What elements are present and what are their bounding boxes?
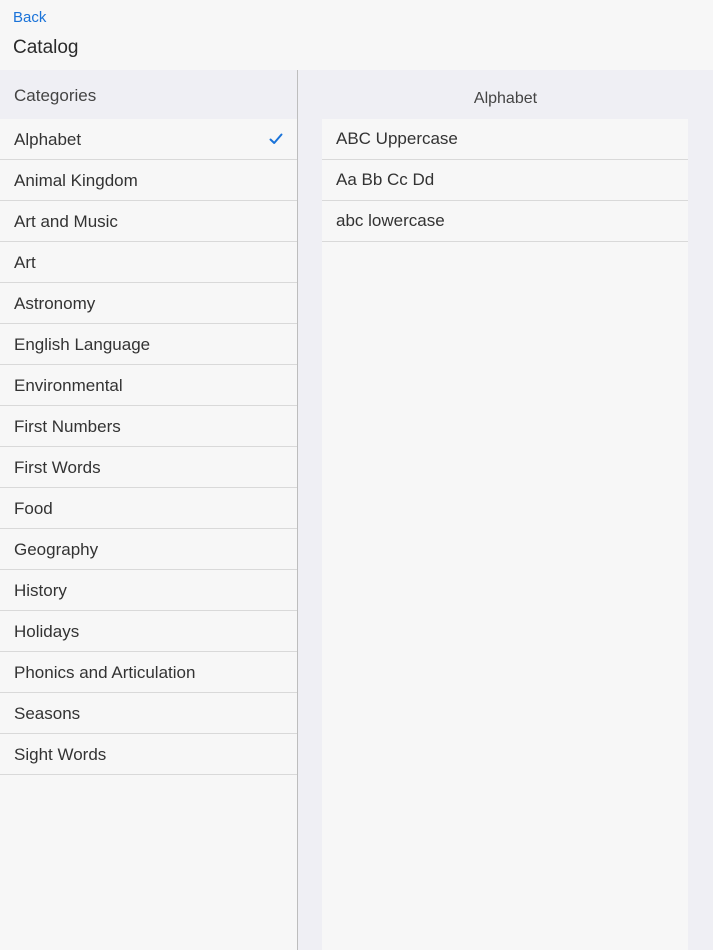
category-item-english-language[interactable]: English Language xyxy=(0,324,297,365)
category-item-art-and-music[interactable]: Art and Music xyxy=(0,201,297,242)
category-item-phonics-and-articulation[interactable]: Phonics and Articulation xyxy=(0,652,297,693)
book-item-abc-lowercase[interactable]: abc lowercase xyxy=(322,201,688,242)
category-label: Environmental xyxy=(14,376,123,395)
category-item-seasons[interactable]: Seasons xyxy=(0,693,297,734)
categories-panel: Categories Alphabet Animal Kingdom Art a… xyxy=(0,70,297,950)
book-list-area: ABC Uppercase Aa Bb Cc Dd abc lowercase xyxy=(322,119,688,950)
category-label: Art xyxy=(14,253,36,272)
category-label: Phonics and Articulation xyxy=(14,663,196,682)
category-label: Sight Words xyxy=(14,745,107,764)
category-item-food[interactable]: Food xyxy=(0,488,297,529)
category-list: Alphabet Animal Kingdom Art and Music Ar… xyxy=(0,119,297,775)
category-item-first-numbers[interactable]: First Numbers xyxy=(0,406,297,447)
book-list: ABC Uppercase Aa Bb Cc Dd abc lowercase xyxy=(322,119,688,242)
category-label: English Language xyxy=(14,335,151,354)
category-item-first-words[interactable]: First Words xyxy=(0,447,297,488)
category-label: Holidays xyxy=(14,622,80,641)
category-label: Geography xyxy=(14,540,99,559)
category-item-geography[interactable]: Geography xyxy=(0,529,297,570)
back-button[interactable]: Back xyxy=(13,9,46,26)
category-label: Astronomy xyxy=(14,294,96,313)
category-item-alphabet[interactable]: Alphabet xyxy=(0,119,297,160)
checkmark-icon xyxy=(269,133,283,144)
category-label: History xyxy=(14,581,67,600)
category-label: First Numbers xyxy=(14,417,121,436)
category-item-animal-kingdom[interactable]: Animal Kingdom xyxy=(0,160,297,201)
category-item-art[interactable]: Art xyxy=(0,242,297,283)
navigation-header: Back Catalog xyxy=(0,0,713,70)
book-item-abc-uppercase[interactable]: ABC Uppercase xyxy=(322,119,688,160)
category-label: First Words xyxy=(14,458,101,477)
category-item-history[interactable]: History xyxy=(0,570,297,611)
category-label: Alphabet xyxy=(14,130,82,149)
category-item-environmental[interactable]: Environmental xyxy=(0,365,297,406)
category-label: Animal Kingdom xyxy=(14,171,138,190)
category-label: Seasons xyxy=(14,704,81,723)
categories-header: Categories xyxy=(0,70,297,119)
category-item-holidays[interactable]: Holidays xyxy=(0,611,297,652)
detail-panel: Alphabet ABC Uppercase Aa Bb Cc Dd abc l… xyxy=(298,70,713,950)
page-title: Catalog xyxy=(13,37,79,58)
category-label: Food xyxy=(14,499,53,518)
book-item-aa-bb-cc-dd[interactable]: Aa Bb Cc Dd xyxy=(322,160,688,201)
detail-title: Alphabet xyxy=(473,90,538,107)
category-label: Art and Music xyxy=(14,212,118,231)
category-item-astronomy[interactable]: Astronomy xyxy=(0,283,297,324)
category-item-sight-words[interactable]: Sight Words xyxy=(0,734,297,775)
